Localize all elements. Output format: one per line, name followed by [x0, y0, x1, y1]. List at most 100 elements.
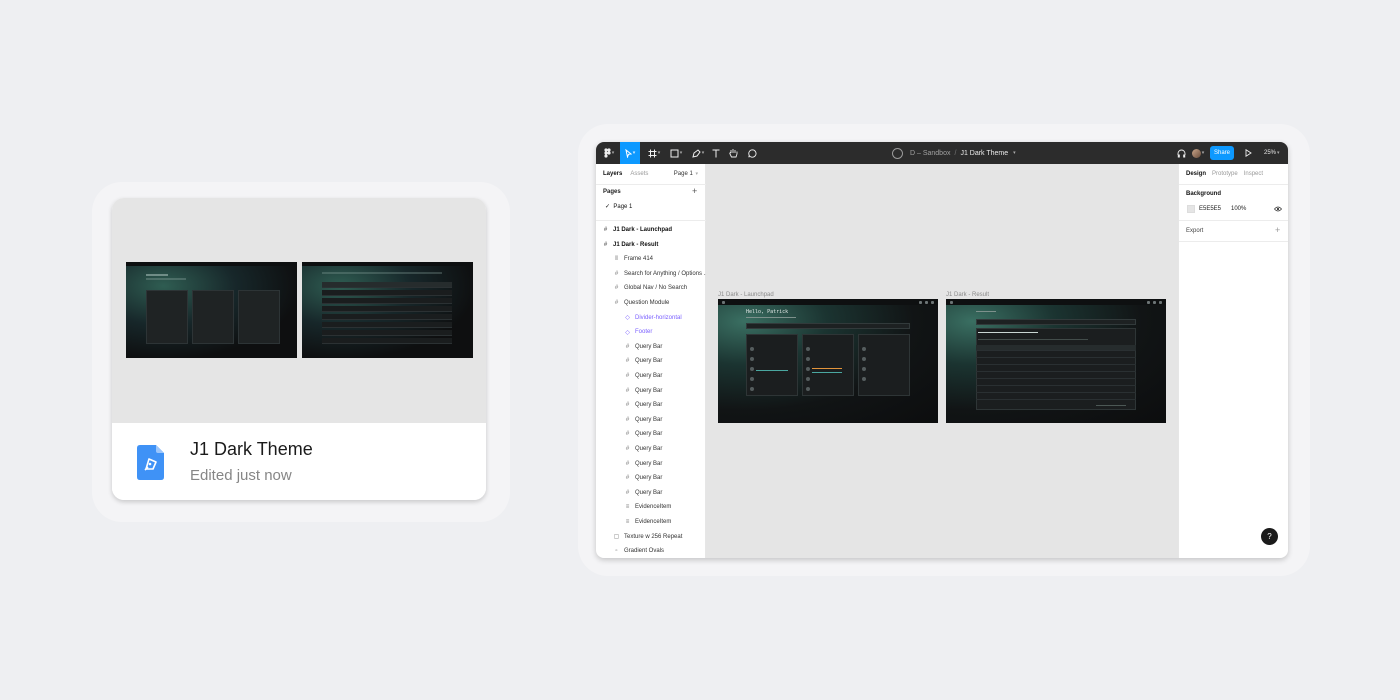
frame-label-launchpad[interactable]: J1 Dark - Launchpad: [718, 292, 774, 298]
main-menu-button[interactable]: ▾: [599, 142, 619, 164]
layer-label: Query Bar: [635, 460, 663, 467]
page-selector-label: Page 1: [673, 171, 693, 177]
chevron-down-icon: ▾: [1277, 150, 1280, 156]
layers-panel: Layers Assets Page 1 ▾ Pages + ✓ Page 1 …: [596, 164, 709, 558]
eye-icon[interactable]: [1274, 206, 1282, 212]
help-button[interactable]: ?: [1261, 528, 1278, 545]
layer-row[interactable]: # Question Module: [612, 296, 670, 310]
layer-row[interactable]: # J1 Dark - Launchpad: [601, 223, 672, 237]
frame-icon: #: [603, 241, 608, 248]
divider: [1179, 241, 1288, 242]
frame-icon: #: [614, 300, 619, 306]
layer-label: Query Bar: [635, 416, 663, 423]
collaborators-button[interactable]: ▾: [1189, 142, 1207, 164]
layer-row[interactable]: # Global Nav / No Search: [612, 281, 687, 295]
file-edited-status: Edited just now: [190, 467, 292, 484]
file-title: J1 Dark Theme: [190, 439, 313, 459]
layer-row[interactable]: # Query Bar: [623, 457, 663, 471]
text-icon: [712, 149, 720, 157]
frame-icon: #: [625, 489, 630, 496]
layer-row[interactable]: ▢ Texture w 256 Repeat: [612, 530, 683, 544]
tab-assets[interactable]: Assets: [630, 171, 648, 177]
file-card[interactable]: J1 Dark Theme Edited just now: [112, 198, 486, 500]
add-export-icon[interactable]: +: [1275, 226, 1280, 235]
layer-row[interactable]: ≡ EvidenceItem: [623, 500, 672, 514]
tab-prototype[interactable]: Prototype: [1212, 171, 1238, 177]
frame-greeting: Hello, Patrick: [746, 309, 789, 315]
tab-inspect[interactable]: Inspect: [1244, 171, 1263, 177]
layer-row[interactable]: # Search for Anything / Options ...: [612, 267, 709, 281]
layer-row[interactable]: # J1 Dark - Result: [601, 238, 659, 252]
layer-row[interactable]: # Query Bar: [623, 486, 663, 500]
layer-row[interactable]: # Query Bar: [623, 398, 663, 412]
design-panel-tabs: Design Prototype Inspect: [1186, 171, 1263, 177]
shape-tool-button[interactable]: ▾: [666, 142, 686, 164]
layer-label: Gradient Ovals: [624, 548, 665, 555]
text-tool-button[interactable]: [710, 142, 722, 164]
layer-row[interactable]: # Query Bar: [623, 442, 663, 456]
layer-row[interactable]: # Query Bar: [623, 369, 663, 383]
hand-icon: [728, 149, 737, 158]
hand-tool-button[interactable]: [727, 142, 739, 164]
layer-label: Query Bar: [635, 402, 663, 409]
layer-row[interactable]: ▫ Gradient Ovals: [612, 544, 664, 558]
zoom-menu[interactable]: 25% ▾: [1264, 142, 1280, 164]
share-button[interactable]: Share: [1210, 146, 1234, 160]
canvas[interactable]: J1 Dark - Launchpad Hello, Patrick J1 Da…: [706, 164, 1178, 558]
frame-icon: #: [603, 227, 608, 233]
team-avatar-icon: [892, 147, 903, 159]
present-button[interactable]: [1241, 142, 1255, 164]
file-name-button[interactable]: J1 Dark Theme: [960, 150, 1008, 157]
frame-icon: #: [625, 358, 630, 365]
layer-label: Divider-horizontal: [635, 314, 682, 321]
layer-label: Query Bar: [635, 489, 663, 496]
layer-row[interactable]: # Query Bar: [623, 471, 663, 485]
background-hex-input[interactable]: E5E5E5: [1199, 206, 1221, 212]
layer-row[interactable]: # Query Bar: [623, 384, 663, 398]
pen-tool-button[interactable]: ▾: [688, 142, 708, 164]
component-icon: ◇: [625, 329, 630, 336]
team-name-link[interactable]: D – Sandbox: [910, 150, 950, 157]
thumbnail-result-frame: [302, 262, 473, 358]
background-opacity-input[interactable]: 100%: [1231, 206, 1246, 212]
frame-icon: #: [625, 416, 630, 423]
audio-button[interactable]: [1174, 142, 1188, 164]
tab-design[interactable]: Design: [1186, 171, 1206, 177]
layer-label: J1 Dark - Result: [613, 241, 659, 248]
add-page-icon[interactable]: +: [692, 187, 697, 196]
frame-icon: #: [625, 460, 630, 467]
comment-tool-button[interactable]: [746, 142, 758, 164]
layer-row[interactable]: # Query Bar: [623, 427, 663, 441]
chevron-down-icon[interactable]: ▾: [1013, 150, 1016, 156]
frame-launchpad[interactable]: Hello, Patrick: [718, 299, 938, 423]
layer-label: J1 Dark - Launchpad: [613, 227, 673, 233]
tab-layers[interactable]: Layers: [603, 171, 622, 177]
move-icon: [625, 148, 632, 158]
layer-row[interactable]: ≡ EvidenceItem: [623, 515, 672, 529]
layer-row[interactable]: # Query Bar: [623, 354, 663, 368]
frame-label-result[interactable]: J1 Dark - Result: [946, 292, 989, 298]
zoom-level: 25%: [1264, 150, 1277, 156]
play-icon: [1245, 149, 1252, 157]
page-selector[interactable]: Page 1 ▾: [674, 171, 698, 177]
layer-row[interactable]: # Query Bar: [623, 413, 663, 427]
layer-label: Query Bar: [635, 343, 663, 350]
figma-menu-icon: [604, 148, 611, 158]
pages-header: Pages: [603, 189, 621, 195]
text-frame-icon: ≡: [625, 519, 630, 525]
frame-tool-button[interactable]: ▾: [644, 142, 664, 164]
layer-row[interactable]: ⫴ Frame 414: [612, 252, 653, 266]
move-tool-button[interactable]: ▾: [620, 142, 640, 164]
page-item-page-1[interactable]: ✓ Page 1: [605, 203, 632, 210]
divider: [1179, 220, 1288, 221]
layer-row[interactable]: ◇ Divider-horizontal: [623, 311, 682, 325]
layer-label: EvidenceItem: [635, 519, 672, 525]
frame-icon: #: [625, 343, 630, 350]
background-color-swatch[interactable]: [1187, 205, 1195, 213]
design-panel: Design Prototype Inspect Background E5E5…: [1178, 164, 1288, 558]
frame-result[interactable]: [946, 299, 1166, 423]
layer-row[interactable]: ◇ Footer: [623, 325, 652, 339]
layer-row[interactable]: # Query Bar: [623, 340, 663, 354]
layer-label: Texture w 256 Repeat: [624, 533, 683, 540]
avatar: [1191, 148, 1201, 158]
